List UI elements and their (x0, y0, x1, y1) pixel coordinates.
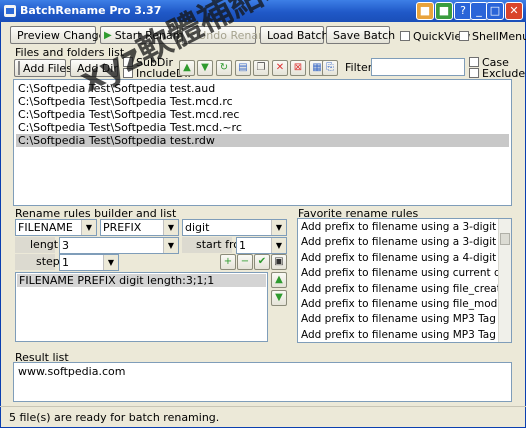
title-bar[interactable]: BatchRename Pro 3.37 ■ ■ ? _ □ ✕ (0, 0, 526, 22)
favorite-item[interactable]: Add prefix to filename using current dat… (299, 266, 498, 281)
result-text: www.softpedia.com (18, 365, 126, 378)
position-combo[interactable]: PREFIX ▼ (100, 219, 179, 236)
add-file-icon (18, 61, 20, 75)
window-title: BatchRename Pro 3.37 (20, 4, 162, 17)
add-rule-icon[interactable]: + (220, 254, 236, 270)
subdir-checkbox[interactable] (123, 57, 133, 67)
fav-rows: Add prefix to filename using a 3-digit n… (299, 220, 498, 342)
options-icon[interactable]: ■ (435, 2, 453, 20)
start-input[interactable]: 1 ▼ (236, 237, 287, 254)
document-icon[interactable]: ▤ (235, 60, 251, 76)
save-rule-icon[interactable]: ▣ (271, 254, 287, 270)
rule-up-icon[interactable]: ▲ (271, 272, 287, 288)
close-icon[interactable]: ✕ (505, 2, 523, 20)
quickview-checkbox[interactable] (400, 31, 410, 41)
chevron-down-icon: ▼ (81, 220, 96, 235)
load-batch-button[interactable]: Load Batch (260, 26, 329, 44)
favorites-scrollbar[interactable] (498, 219, 511, 342)
chevron-down-icon: ▼ (163, 238, 178, 253)
file-list[interactable]: C:\Softpedia Test\Softpedia test.aud C:\S… (13, 79, 512, 206)
rule-row[interactable]: FILENAME PREFIX digit length:3;1;1 (17, 274, 266, 287)
file-row[interactable]: C:\Softpedia Test\Softpedia Test.mcd.rec (16, 108, 509, 121)
skin-icon[interactable]: ■ (416, 2, 434, 20)
field-combo[interactable]: FILENAME ▼ (15, 219, 97, 236)
status-text: 5 file(s) are ready for batch renaming. (9, 411, 220, 424)
file-rows: C:\Softpedia Test\Softpedia test.aud C:\S… (16, 82, 509, 147)
shellmenu-label: ShellMenu (472, 30, 526, 43)
maximize-icon[interactable]: □ (486, 2, 504, 20)
type-combo[interactable]: digit ▼ (182, 219, 287, 236)
file-row[interactable]: C:\Softpedia Test\Softpedia Test.mcd.~rc (16, 121, 509, 134)
save-batch-button[interactable]: Save Batch (326, 26, 395, 44)
add-files-button[interactable]: Add Files (14, 59, 72, 77)
refresh-icon[interactable]: ↻ (216, 60, 232, 76)
favorites-list[interactable]: Add prefix to filename using a 3-digit n… (297, 218, 512, 343)
copy-icon[interactable]: ❐ (253, 60, 269, 76)
favorite-item[interactable]: Add prefix to filename using a 3-digit n… (299, 235, 498, 250)
add-dir-button[interactable]: Add Dir (70, 59, 118, 77)
case-checkbox[interactable] (469, 57, 479, 67)
favorite-item[interactable]: Add prefix to filename using file_modify… (299, 297, 498, 312)
move-down-icon[interactable]: ▼ (197, 60, 213, 76)
chevron-down-icon: ▼ (103, 255, 118, 270)
file-row[interactable]: C:\Softpedia Test\Softpedia test.aud (16, 82, 509, 95)
chevron-down-icon: ▼ (163, 220, 178, 235)
remove-rule-icon[interactable]: − (237, 254, 253, 270)
favorite-item[interactable]: Add prefix to filename using a 4-digit n… (299, 251, 498, 266)
result-list[interactable]: www.softpedia.com (13, 362, 512, 402)
length-input[interactable]: 3 ▼ (59, 237, 179, 254)
chevron-down-icon: ▼ (271, 238, 286, 253)
files-group-label: Files and folders list (15, 46, 125, 59)
includedir-checkbox[interactable] (123, 68, 133, 78)
favorite-item[interactable]: Add prefix to filename using MP3 Tag - A… (299, 312, 498, 327)
rules-list[interactable]: FILENAME PREFIX digit length:3;1;1 (15, 272, 268, 342)
chevron-down-icon: ▼ (271, 220, 286, 235)
move-up-icon[interactable]: ▲ (179, 60, 195, 76)
rule-rows: FILENAME PREFIX digit length:3;1;1 (17, 274, 266, 287)
app-icon (4, 5, 16, 17)
favorite-item[interactable]: Add prefix to filename using file_create… (299, 282, 498, 297)
step-input[interactable]: 1 ▼ (59, 254, 119, 271)
delete-icon[interactable]: ✕ (272, 60, 288, 76)
undo-rename-button[interactable]: ↶ Undo Rename (182, 26, 276, 44)
favorite-item[interactable]: Add prefix to filename using a 3-digit n… (299, 220, 498, 235)
apply-rule-icon[interactable]: ✔ (254, 254, 270, 270)
start-rename-button[interactable]: ▶ Start Rename (100, 26, 190, 44)
rule-down-icon[interactable]: ▼ (271, 290, 287, 306)
status-divider (0, 406, 526, 407)
favorite-item[interactable]: Add prefix to filename using MP3 Tag - E… (299, 328, 498, 342)
exclude-checkbox[interactable] (469, 68, 479, 78)
clear-all-icon[interactable]: ⊠ (290, 60, 306, 76)
filter-input[interactable] (371, 58, 465, 76)
export-icon[interactable]: ⎘ (322, 60, 338, 76)
preview-changes-button[interactable]: Preview Changes (10, 26, 111, 44)
shellmenu-checkbox[interactable] (459, 31, 469, 41)
undo-icon: ↶ (186, 28, 196, 42)
file-row[interactable]: C:\Softpedia Test\Softpedia test.rdw (16, 134, 509, 147)
scrollbar-thumb[interactable] (500, 233, 510, 245)
play-icon: ▶ (104, 29, 112, 41)
file-row[interactable]: C:\Softpedia Test\Softpedia Test.mcd.rc (16, 95, 509, 108)
